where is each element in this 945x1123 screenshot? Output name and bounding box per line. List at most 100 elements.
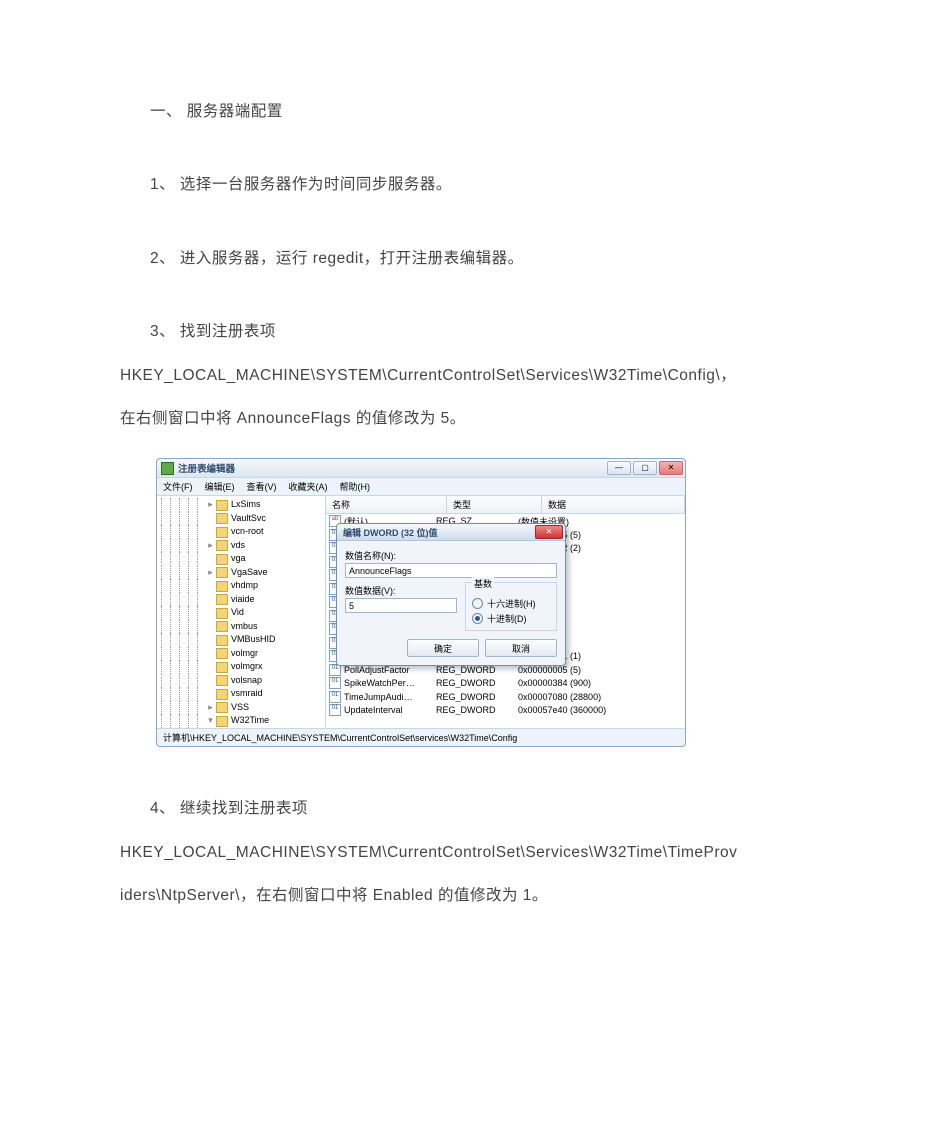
folder-icon (216, 702, 228, 713)
dialog-buttons: 确定 取消 (345, 639, 557, 657)
spacer (120, 207, 835, 237)
folder-icon (216, 662, 228, 673)
menu-edit[interactable]: 编辑(E) (205, 480, 235, 493)
folder-icon (216, 527, 228, 538)
value-row[interactable]: TimeJumpAudi…REG_DWORD0x00007080 (28800) (326, 690, 685, 704)
tree-label: LxSims (231, 498, 261, 512)
value-data: 0x00007080 (28800) (518, 692, 685, 702)
close-button[interactable]: ✕ (659, 461, 683, 475)
tree-label: VSS (231, 701, 249, 715)
tree-node[interactable]: volsnap (161, 674, 325, 688)
radio-hex-row[interactable]: 十六进制(H) (472, 597, 550, 610)
folder-icon (216, 554, 228, 565)
tree-node[interactable]: ▾ W32Time (161, 714, 325, 728)
tree-label: vcn-root (231, 525, 264, 539)
tree-node[interactable]: viaide (161, 593, 325, 607)
regedit-icon (161, 462, 174, 475)
tree-label: volsnap (231, 674, 262, 688)
value-row[interactable]: UpdateIntervalREG_DWORD0x00057e40 (36000… (326, 703, 685, 717)
folder-icon (216, 716, 228, 727)
value-name: UpdateInterval (344, 705, 436, 715)
tree-node[interactable]: vsmraid (161, 687, 325, 701)
tree-node[interactable]: volmgr (161, 647, 325, 661)
menu-file[interactable]: 文件(F) (163, 480, 193, 493)
tree-node[interactable]: ▸ VgaSave (161, 566, 325, 580)
document-page: 一、 服务器端配置 1、 选择一台服务器作为时间同步服务器。 2、 进入服务器，… (0, 0, 945, 1123)
doc-step-3-line3: 在右侧窗口中将 AnnounceFlags 的值修改为 5。 (120, 397, 835, 440)
tree-label: Config (240, 728, 270, 729)
tree-node[interactable]: ▸ VSS (161, 701, 325, 715)
radio-hex[interactable] (472, 598, 483, 609)
dword-icon (329, 691, 341, 703)
column-type[interactable]: 类型 (447, 496, 542, 513)
list-header: 名称 类型 数据 (326, 496, 685, 514)
folder-icon (216, 500, 228, 511)
tree-node[interactable]: VaultSvc (161, 512, 325, 526)
menu-help[interactable]: 帮助(H) (340, 480, 371, 493)
folder-icon (216, 635, 228, 646)
doc-step-4-line3: iders\NtpServer\，在右侧窗口中将 Enabled 的值修改为 1… (120, 874, 835, 917)
tree-pane[interactable]: ▸ LxSimsVaultSvcvcn-root ▸ vdsvga ▸ VgaSavevh… (157, 496, 326, 728)
value-row[interactable]: SpikeWatchPer…REG_DWORD0x00000384 (900) (326, 676, 685, 690)
tree-toggle-icon[interactable]: ▸ (206, 539, 215, 553)
maximize-button[interactable]: ▢ (633, 461, 657, 475)
tree-node[interactable]: vcn-root (161, 525, 325, 539)
status-bar: 计算机\HKEY_LOCAL_MACHINE\SYSTEM\CurrentCon… (157, 729, 685, 746)
tree-label: vsmraid (231, 687, 263, 701)
spacer (120, 133, 835, 163)
cancel-button[interactable]: 取消 (485, 639, 557, 657)
tree-node[interactable]: vhdmp (161, 579, 325, 593)
radio-hex-label: 十六进制(H) (487, 597, 536, 610)
tree-node[interactable]: vga (161, 552, 325, 566)
radio-dec[interactable] (472, 613, 483, 624)
regedit-titlebar[interactable]: 注册表编辑器 — ▢ ✕ (157, 459, 685, 477)
dword-icon (329, 677, 341, 689)
folder-icon (216, 675, 228, 686)
tree-node[interactable]: ▸ LxSims (161, 498, 325, 512)
tree-node[interactable]: Config (161, 728, 325, 729)
tree-toggle-icon[interactable]: ▾ (206, 714, 215, 728)
tree-label: W32Time (231, 714, 269, 728)
tree-node[interactable]: ▸ vds (161, 539, 325, 553)
spacer (120, 280, 835, 310)
dword-icon (329, 704, 341, 716)
dialog-titlebar[interactable]: 编辑 DWORD (32 位)值 ✕ (337, 524, 565, 541)
tree-node[interactable]: Vid (161, 606, 325, 620)
tree-node[interactable]: volmgrx (161, 660, 325, 674)
input-value-data[interactable] (345, 598, 457, 613)
radio-dec-row[interactable]: 十进制(D) (472, 612, 550, 625)
folder-icon (216, 648, 228, 659)
column-name[interactable]: 名称 (326, 496, 447, 513)
tree-label: VgaSave (231, 566, 268, 580)
label-value-name: 数值名称(N): (345, 549, 557, 562)
dialog-body: 数值名称(N): 数值数据(V): 基数 十六进制(H) (337, 541, 565, 665)
folder-icon (216, 513, 228, 524)
folder-icon (216, 581, 228, 592)
menu-fav[interactable]: 收藏夹(A) (289, 480, 328, 493)
regedit-window: 注册表编辑器 — ▢ ✕ 文件(F) 编辑(E) 查看(V) 收藏夹(A) 帮助… (156, 458, 686, 747)
doc-step-4-line2: HKEY_LOCAL_MACHINE\SYSTEM\CurrentControl… (120, 831, 835, 874)
tree-node[interactable]: vmbus (161, 620, 325, 634)
tree-label: vga (231, 552, 246, 566)
value-type: REG_DWORD (436, 678, 518, 688)
tree-node[interactable]: VMBusHID (161, 633, 325, 647)
minimize-button[interactable]: — (607, 461, 631, 475)
column-data[interactable]: 数据 (542, 496, 685, 513)
tree-toggle-icon[interactable]: ▸ (206, 701, 215, 715)
doc-step-4-line1: 4、 继续找到注册表项 (120, 787, 835, 830)
value-name: TimeJumpAudi… (344, 692, 436, 702)
tree-toggle-icon[interactable]: ▸ (206, 498, 215, 512)
ok-button[interactable]: 确定 (407, 639, 479, 657)
dialog-close-button[interactable]: ✕ (535, 525, 563, 539)
folder-icon (216, 621, 228, 632)
tree-toggle-icon[interactable]: ▸ (206, 566, 215, 580)
tree-label: vds (231, 539, 245, 553)
folder-icon (216, 540, 228, 551)
edit-dword-dialog: 编辑 DWORD (32 位)值 ✕ 数值名称(N): 数值数据(V): 基数 (336, 523, 566, 666)
tree-label: VaultSvc (231, 512, 266, 526)
input-value-name[interactable] (345, 563, 557, 578)
value-type: REG_DWORD (436, 705, 518, 715)
tree-label: volmgr (231, 647, 258, 661)
menu-view[interactable]: 查看(V) (247, 480, 277, 493)
tree-label: volmgrx (231, 660, 263, 674)
